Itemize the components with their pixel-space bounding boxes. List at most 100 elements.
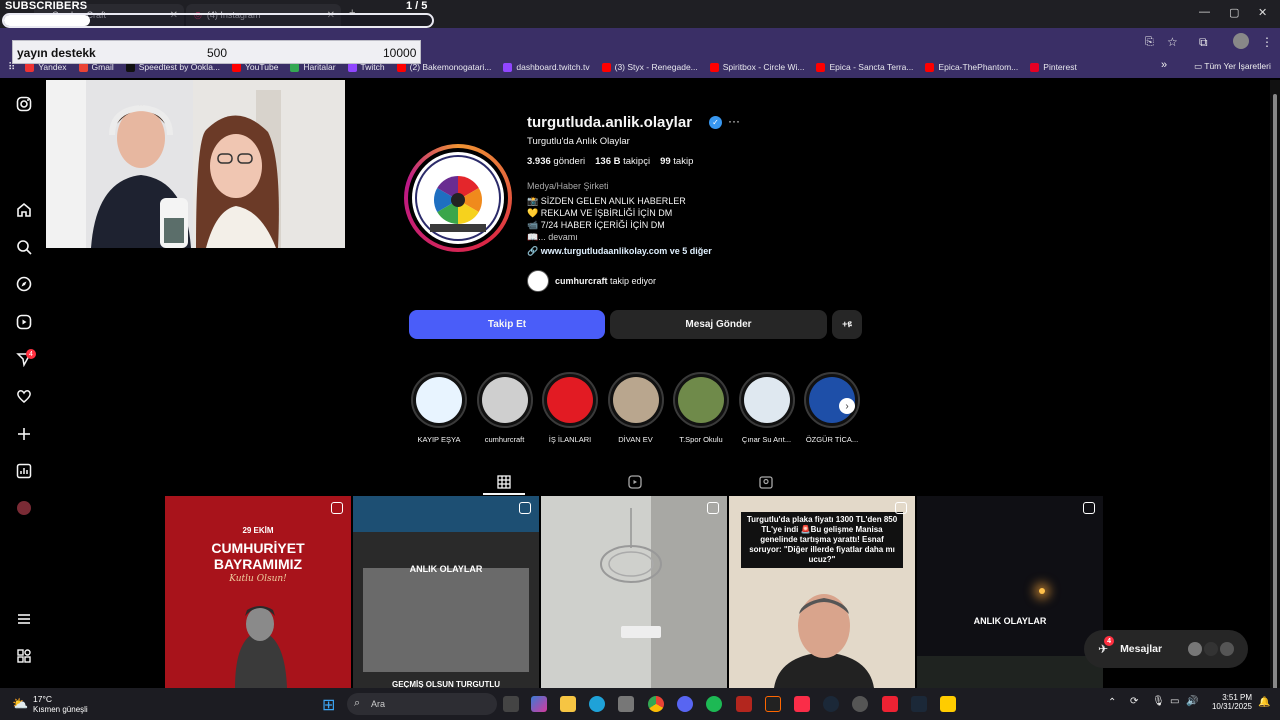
- message-button[interactable]: Mesaj Gönder: [610, 310, 827, 339]
- followers-stat[interactable]: 136 B takipçi: [595, 156, 650, 167]
- close-window-button[interactable]: ✕: [1258, 6, 1267, 19]
- follow-button[interactable]: Takip Et: [409, 310, 605, 339]
- explore-icon[interactable]: [14, 274, 34, 294]
- highlight-item[interactable]: Çınar Su Arıt...: [738, 372, 796, 444]
- bio-line: 📸 SİZDEN GELEN ANLIK HABERLER: [527, 196, 686, 206]
- music-icon[interactable]: [794, 696, 810, 712]
- search-icon: ⌕: [354, 697, 361, 709]
- tagged-icon: [759, 476, 773, 489]
- post-tile[interactable]: Turgutlu'da plaka fiyatı 1300 TL'den 850…: [729, 496, 915, 688]
- app-icon[interactable]: [736, 696, 752, 712]
- followed-by[interactable]: cumhurcraft takip ediyor: [527, 270, 656, 292]
- also-from-meta-icon[interactable]: [14, 646, 34, 666]
- post-tile[interactable]: [541, 496, 727, 688]
- post-tile[interactable]: ANLIK OLAYLAR GEÇMİŞ OLSUN TURGUTLU: [353, 496, 539, 688]
- bookmark-item[interactable]: Epica-ThePhantom...: [925, 62, 1018, 72]
- highlight-label: ÖZGÜR TİCA...: [805, 435, 859, 444]
- bookmark-item[interactable]: Spiritbox - Circle Wi...: [709, 62, 804, 72]
- instagram-logo-icon[interactable]: [14, 94, 34, 114]
- dashboard-icon[interactable]: [14, 461, 34, 481]
- chevron-up-icon[interactable]: ⌃: [1108, 697, 1116, 708]
- chevron-right-icon[interactable]: ›: [839, 398, 855, 414]
- tab-posts[interactable]: [495, 473, 513, 491]
- app-icon[interactable]: [911, 696, 927, 712]
- bio-line: 📹 7/24 HABER İÇERİĞİ İÇİN DM: [527, 220, 665, 230]
- create-icon[interactable]: [14, 424, 34, 444]
- messages-drawer-button[interactable]: ✈ 4 Mesajlar: [1084, 630, 1248, 668]
- profile-link[interactable]: 🔗 www.turgutludaanlikolay.com ve 5 diğer: [527, 246, 712, 257]
- mic-icon[interactable]: 🎙: [1152, 696, 1165, 707]
- app-icon[interactable]: [765, 696, 781, 712]
- edge-icon[interactable]: [589, 696, 605, 712]
- cast-icon[interactable]: ⎘: [1145, 36, 1154, 49]
- extensions-icon[interactable]: ⧉: [1199, 35, 1208, 50]
- bio-line: 💛 REKLAM VE İŞBİRLİĞİ İÇİN DM: [527, 208, 673, 218]
- discord-icon[interactable]: [677, 696, 693, 712]
- following-count: 99: [660, 156, 671, 167]
- spotify-icon[interactable]: [706, 696, 722, 712]
- maximize-button[interactable]: ▢: [1229, 6, 1239, 19]
- more-menu-icon[interactable]: [14, 609, 34, 629]
- post-text: CUMHURİYET: [211, 540, 305, 556]
- profile-avatar[interactable]: [1233, 33, 1249, 49]
- monitor-icon[interactable]: ▭: [1170, 696, 1179, 707]
- post-tile[interactable]: 29 EKİM CUMHURİYET BAYRAMIMIZ Kutlu Olsu…: [165, 496, 351, 688]
- highlight-label: cumhurcraft: [484, 435, 525, 444]
- sync-icon[interactable]: ⟳: [1130, 696, 1138, 707]
- weather-widget[interactable]: ⛅ 17°C Kısmen güneşli: [8, 692, 118, 718]
- following-stat[interactable]: 99 takip: [660, 156, 693, 167]
- bookmark-item[interactable]: Pinterest: [1030, 62, 1077, 72]
- task-view-icon[interactable]: [503, 696, 519, 712]
- highlight-item[interactable]: cumhurcraft: [476, 372, 534, 444]
- home-icon[interactable]: [14, 200, 34, 220]
- bookmark-icon: [709, 62, 719, 72]
- app-icon[interactable]: [940, 696, 956, 712]
- windows-start-icon[interactable]: ⊞: [322, 695, 335, 715]
- weather-desc: Kısmen güneşli: [33, 705, 88, 714]
- profile-username: turgutluda.anlik.olaylar: [527, 114, 693, 131]
- highlight-item[interactable]: T.Spor Okulu: [672, 372, 730, 444]
- taskbar-search[interactable]: ⌕ Ara: [347, 693, 497, 715]
- bio-more-link[interactable]: 📖... devamı: [527, 232, 578, 243]
- highlight-item[interactable]: DİVAN EV: [607, 372, 665, 444]
- bookmark-icon: [925, 62, 935, 72]
- heart-icon[interactable]: [14, 386, 34, 406]
- weather-icon: ⛅: [12, 696, 29, 711]
- volume-icon[interactable]: 🔊: [1186, 696, 1198, 707]
- tab-tagged[interactable]: [757, 473, 775, 491]
- posts-label: gönderi: [553, 156, 586, 167]
- post-tile[interactable]: ANLIK OLAYLAR: [917, 496, 1103, 688]
- verified-badge-icon: ✓: [709, 116, 722, 129]
- bookmark-item[interactable]: (3) Styx - Renegade...: [601, 62, 698, 72]
- suggest-user-button[interactable]: +ዩ: [832, 310, 862, 339]
- steam-icon[interactable]: [823, 696, 839, 712]
- taskbar-clock[interactable]: 3:51 PM 10/31/2025: [1206, 693, 1252, 711]
- scrollbar-thumb[interactable]: [1273, 94, 1277, 690]
- highlight-item[interactable]: KAYIP EŞYA: [410, 372, 468, 444]
- minimize-button[interactable]: —: [1199, 6, 1210, 18]
- tab-reels[interactable]: [626, 473, 644, 491]
- highlight-item[interactable]: İŞ İLANLARI: [541, 372, 599, 444]
- file-explorer-icon[interactable]: [560, 696, 576, 712]
- star-icon[interactable]: ☆: [1167, 35, 1178, 49]
- search-icon[interactable]: [14, 237, 34, 257]
- menu-icon[interactable]: ⋮: [1261, 35, 1273, 49]
- notification-icon[interactable]: 🔔: [1258, 697, 1270, 708]
- copilot-icon[interactable]: [531, 696, 547, 712]
- reels-icon[interactable]: [14, 312, 34, 332]
- scrollbar[interactable]: [1270, 80, 1280, 690]
- more-options-button[interactable]: ···: [728, 114, 740, 128]
- profile-avatar-large[interactable]: [404, 144, 512, 252]
- app-icon[interactable]: [882, 696, 898, 712]
- profile-icon[interactable]: [14, 498, 34, 518]
- highlight-cover: [607, 372, 664, 428]
- subscribers-count: 1 / 5: [406, 0, 428, 12]
- app-icon[interactable]: [618, 696, 634, 712]
- chrome-icon[interactable]: [648, 696, 664, 712]
- bookmark-item[interactable]: dashboard.twitch.tv: [503, 62, 590, 72]
- all-bookmarks[interactable]: ▭ Tüm Yer İşaretleri: [1194, 61, 1271, 72]
- bookmarks-overflow[interactable]: »: [1161, 59, 1167, 71]
- app-icon[interactable]: [852, 696, 868, 712]
- bookmark-item[interactable]: Epica - Sancta Terra...: [816, 62, 913, 72]
- active-tab-indicator: [483, 493, 525, 495]
